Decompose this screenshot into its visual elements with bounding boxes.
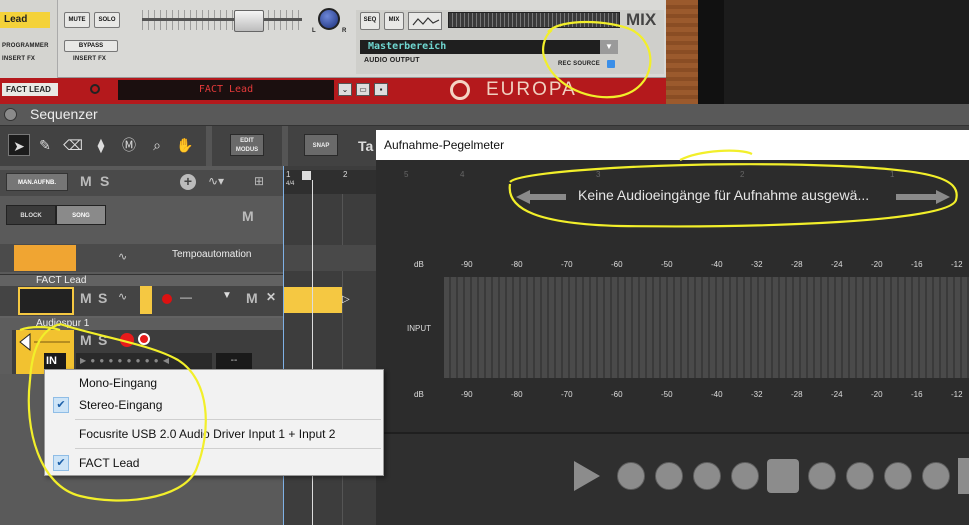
highlight-annotations [19, 20, 958, 502]
screen: Lead PROGRAMMER INSERT FX MUTE SOLO BYPA… [0, 0, 969, 525]
